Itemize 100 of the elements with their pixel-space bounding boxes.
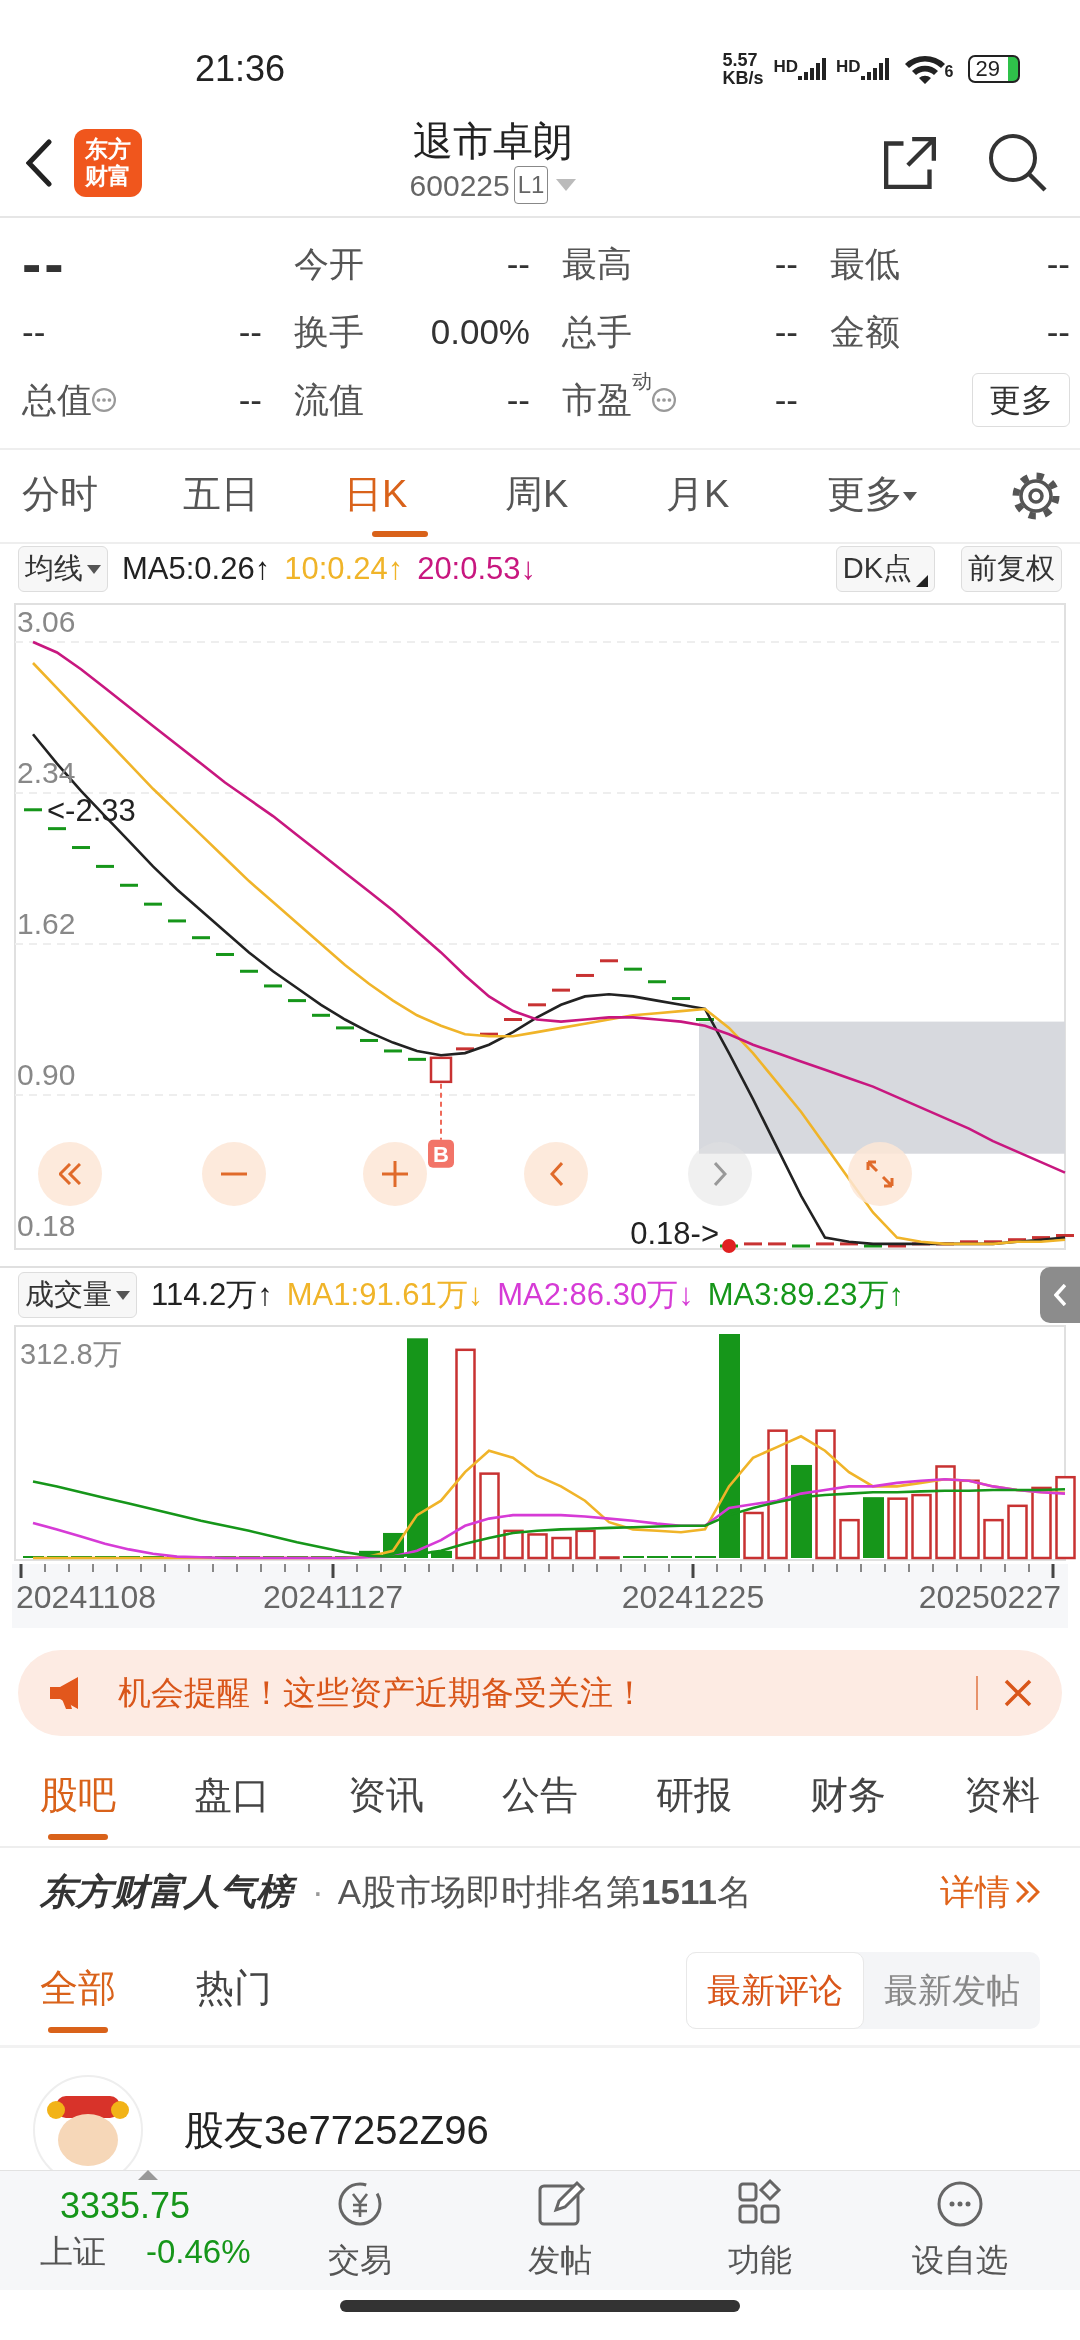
stat-value: -- — [506, 378, 530, 421]
info-icon[interactable] — [652, 388, 676, 412]
candlestick — [960, 1240, 978, 1244]
volume-bar — [599, 1556, 620, 1560]
share-icon[interactable] — [884, 137, 936, 189]
toolbar-item[interactable]: 功能 — [660, 2176, 860, 2285]
leader-line — [440, 1082, 442, 1141]
index-name: 上证 — [40, 2232, 106, 2273]
ma-legend: MA5:0.26↑ — [122, 545, 271, 593]
expand-icon — [866, 1160, 894, 1188]
stat-value: 0.00% — [430, 310, 530, 353]
username: 股友3e77252Z96 — [184, 2107, 489, 2154]
candlestick — [792, 1244, 810, 1248]
section-tab[interactable]: 资料 — [964, 1754, 1040, 1840]
candlestick — [624, 967, 642, 971]
volume-legend: 114.2万↑ — [151, 1271, 273, 1319]
details-link[interactable]: 详情 — [940, 1865, 1010, 1919]
candlestick — [120, 883, 138, 887]
chart-tab[interactable]: 更多 — [827, 455, 903, 537]
indicator-dropdown[interactable]: 成交量 — [18, 1272, 137, 1318]
more-button[interactable]: 更多 — [972, 373, 1070, 427]
section-tab[interactable]: 公告 — [502, 1754, 578, 1840]
chart-tab[interactable]: 周K — [505, 455, 666, 537]
feed-tab[interactable]: 热门 — [196, 1948, 272, 2033]
chart-tab[interactable]: 月K — [666, 455, 827, 537]
candlestick — [984, 1240, 1002, 1244]
candlestick — [384, 1049, 402, 1053]
chart-tab[interactable]: 日K — [344, 455, 505, 537]
axis-label: 1.62 — [17, 907, 76, 940]
section-tab[interactable]: 股吧 — [40, 1754, 116, 1840]
candlestick — [480, 1032, 498, 1036]
stat-superscript: 动 — [632, 368, 652, 394]
volume-bar — [503, 1529, 524, 1560]
candlestick — [216, 953, 234, 956]
chevron-right-icon — [713, 1162, 727, 1186]
index-value: 3335.75 — [60, 2184, 192, 2228]
chart-tab[interactable]: 分时 — [22, 455, 183, 537]
stock-code: 600225 — [409, 167, 510, 204]
candlestick — [192, 936, 210, 940]
settings-icon[interactable] — [1010, 470, 1062, 522]
stat-value: -- — [774, 242, 798, 285]
stat-label: 总值 — [22, 378, 92, 421]
candlestick — [696, 1018, 714, 1021]
axis-label: 0.18 — [17, 1209, 76, 1242]
chart-tab[interactable]: 五日 — [183, 455, 344, 537]
section-tab[interactable]: 资讯 — [348, 1754, 424, 1840]
volume-bar — [911, 1493, 932, 1560]
candlestick — [600, 959, 618, 963]
candlestick — [816, 1242, 834, 1246]
candlestick — [840, 1242, 858, 1246]
axis-label: 3.06 — [17, 605, 76, 638]
signal-icon — [798, 58, 827, 80]
promo-text: 机会提醒！这些资产近期备受关注！ — [118, 1673, 646, 1714]
section-tab[interactable]: 盘口 — [194, 1754, 270, 1840]
wifi-label: 6 — [944, 62, 954, 82]
section-tab[interactable]: 财务 — [810, 1754, 886, 1840]
candlestick — [72, 846, 90, 850]
minus-icon — [221, 1172, 247, 1176]
feed-tab[interactable]: 全部 — [40, 1948, 116, 2033]
stat-value: -- — [774, 310, 798, 353]
sort-option[interactable]: 最新评论 — [686, 1952, 864, 2029]
search-icon[interactable] — [988, 133, 1048, 193]
volume-bar — [983, 1518, 1004, 1560]
caret-down-icon[interactable] — [556, 179, 577, 191]
volume-bar — [431, 1550, 452, 1558]
candlestick — [48, 827, 66, 831]
volume-bar — [527, 1533, 548, 1560]
wifi-icon — [904, 54, 945, 84]
section-tab[interactable]: 研报 — [656, 1754, 732, 1840]
adjust-button[interactable]: 前复权 — [961, 546, 1062, 592]
candlestick — [264, 984, 282, 988]
candlestick — [528, 1003, 546, 1007]
stat-label: 总手 — [562, 310, 632, 353]
info-icon[interactable] — [92, 388, 116, 412]
close-icon[interactable] — [1004, 1679, 1032, 1707]
chevron-left-icon — [549, 1162, 563, 1186]
candlestick — [576, 973, 594, 977]
stat-value: -- — [506, 242, 530, 285]
indicator-dropdown[interactable]: 均线 — [18, 546, 108, 592]
candlestick — [96, 864, 114, 868]
candlestick — [744, 1242, 762, 1246]
caret-up-icon — [138, 2170, 158, 2181]
dk-points-button[interactable]: DK点 — [835, 546, 935, 592]
back-icon[interactable] — [26, 139, 52, 187]
ma-legend: 20:0.53↓ — [417, 545, 537, 593]
app-logo: 东方 财富 — [74, 129, 142, 197]
toolbar-item[interactable]: 交易 — [260, 2176, 460, 2285]
toolbar-item[interactable]: 发帖 — [460, 2176, 660, 2285]
battery-indicator: 29 — [967, 55, 1020, 83]
plus-icon — [382, 1161, 408, 1187]
date-label: 20241108 — [16, 1579, 156, 1615]
candlestick — [168, 919, 186, 923]
candlestick — [144, 902, 162, 906]
toolbar-item[interactable]: 设自选 — [860, 2176, 1060, 2285]
corner-triangle-icon — [916, 574, 928, 587]
collapse-button[interactable] — [1040, 1267, 1080, 1323]
annotation: B — [433, 1141, 449, 1167]
stat-label: 市盈 — [562, 378, 632, 421]
caret-down-icon — [87, 564, 101, 574]
double-chevron-right-icon — [1016, 1881, 1040, 1903]
